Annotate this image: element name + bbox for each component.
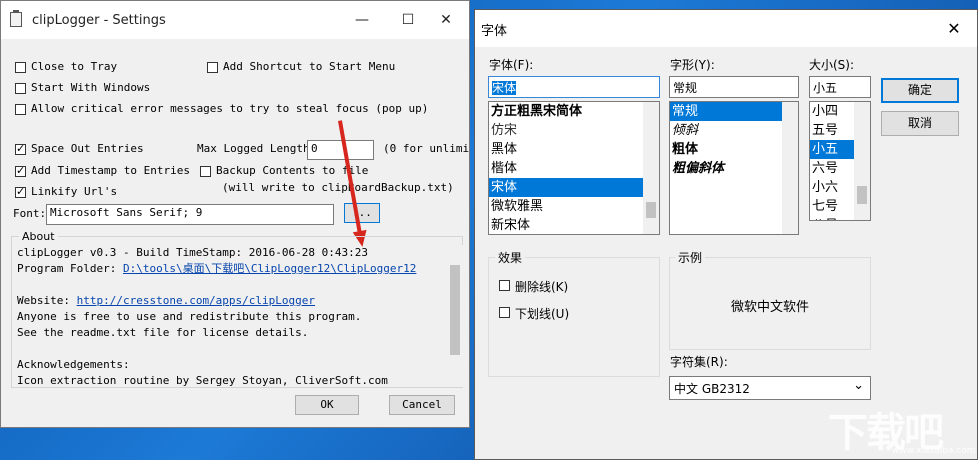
max-logged-length-input[interactable]: 0 <box>307 140 374 160</box>
cancel-button[interactable]: Cancel <box>389 395 455 415</box>
list-item[interactable]: 八号 <box>810 216 854 220</box>
sample-text: 微软中文软件 <box>730 300 809 315</box>
size-list-scrollbar[interactable] <box>854 102 870 220</box>
settings-title: clipLogger - Settings <box>32 13 166 28</box>
settings-titlebar[interactable]: clipLogger - Settings — ☐ ✕ <box>1 1 469 39</box>
start-with-windows-label: Start With Windows <box>31 81 151 94</box>
charset-label: 字符集(R): <box>670 355 728 369</box>
scrollbar-thumb[interactable] <box>857 186 867 204</box>
sample-label: 示例 <box>675 249 706 266</box>
clipboard-icon <box>10 10 22 27</box>
list-item[interactable]: 六号 <box>810 159 854 178</box>
about-line: clipLogger v0.3 - Build TimeStamp: 2016-… <box>17 246 368 259</box>
add-timestamp-label: Add Timestamp to Entries <box>31 164 190 177</box>
list-item[interactable]: 楷体 <box>489 159 643 178</box>
font-ok-button[interactable]: 确定 <box>881 78 959 103</box>
settings-window: clipLogger - Settings — ☐ ✕ Close to Tra… <box>0 0 470 428</box>
linkify-checkbox[interactable] <box>15 185 26 198</box>
about-line <box>17 277 447 293</box>
about-line: Icon extraction routine by Sergey Stoyan… <box>17 374 388 387</box>
font-label: Font: <box>13 207 47 220</box>
add-shortcut-checkbox[interactable] <box>207 62 218 73</box>
ok-button[interactable]: OK <box>295 395 359 415</box>
unlimited-note: (0 for unlimited) <box>383 142 469 155</box>
list-item[interactable]: 仿宋 <box>489 121 643 140</box>
space-out-entries-checkbox[interactable] <box>15 142 26 155</box>
about-line: Anyone is free to use and redistribute t… <box>17 310 362 323</box>
add-shortcut-label: Add Shortcut to Start Menu <box>223 60 396 73</box>
font-list-scrollbar[interactable] <box>643 102 659 234</box>
font-style-input[interactable]: 常规 <box>669 76 799 98</box>
minimize-button[interactable]: — <box>339 1 385 39</box>
list-item[interactable]: 小六 <box>810 178 854 197</box>
program-folder-label: Program Folder: <box>17 262 123 275</box>
font-cancel-button[interactable]: 取消 <box>881 111 959 136</box>
list-item[interactable]: 小五 <box>810 140 854 159</box>
browse-font-button[interactable]: ... <box>344 203 380 223</box>
list-item[interactable]: 七号 <box>810 197 854 216</box>
list-item[interactable]: 粗偏斜体 <box>670 159 782 178</box>
website-label: Website: <box>17 294 77 307</box>
list-item[interactable]: 小四 <box>810 102 854 121</box>
allow-critical-checkbox[interactable] <box>15 104 26 115</box>
about-line: Website: http://cresstone.com/apps/clipL… <box>17 293 447 309</box>
charset-select[interactable]: 中文 GB2312 ⌄ <box>669 376 871 400</box>
list-item[interactable]: 方正粗黑宋简体 <box>489 102 643 121</box>
font-family-list[interactable]: 方正粗黑宋简体 仿宋 黑体 楷体 宋体 微软雅黑 新宋体 <box>488 101 660 235</box>
font-dialog-title: 字体 <box>481 24 508 39</box>
font-dialog-close-button[interactable]: ✕ <box>931 10 977 47</box>
font-dialog-titlebar[interactable]: 字体 ✕ <box>475 10 977 47</box>
font-size-input[interactable]: 小五 <box>809 76 871 98</box>
list-item[interactable]: 常规 <box>670 102 782 121</box>
effects-label: 效果 <box>495 249 526 266</box>
font-size-label: 大小(S): <box>809 58 855 72</box>
charset-value: 中文 GB2312 <box>674 382 750 396</box>
program-folder-link[interactable]: D:\tools\桌面\下载吧\ClipLogger12\ClipLogger1… <box>123 262 416 275</box>
chevron-down-icon: ⌄ <box>853 378 864 393</box>
about-label: About <box>19 230 58 243</box>
max-logged-length-label: Max Logged Length: <box>197 142 317 155</box>
backup-note: (will write to clipBoardBackup.txt) <box>222 181 454 194</box>
font-family-input-text: 宋体 <box>492 81 517 95</box>
underline-label: 下划线(U) <box>515 307 570 321</box>
underline-checkbox[interactable] <box>499 307 510 318</box>
font-family-label: 字体(F): <box>489 58 534 72</box>
list-item[interactable]: 宋体 <box>489 178 643 197</box>
list-item[interactable]: 倾斜 <box>670 121 782 140</box>
font-style-list[interactable]: 常规 倾斜 粗体 粗偏斜体 <box>669 101 799 235</box>
scrollbar-thumb[interactable] <box>450 265 460 355</box>
strikeout-checkbox[interactable] <box>499 280 510 291</box>
start-with-windows-checkbox[interactable] <box>15 83 26 94</box>
space-out-entries-label: Space Out Entries <box>31 142 144 155</box>
effects-group <box>488 257 660 377</box>
list-item[interactable]: 粗体 <box>670 140 782 159</box>
font-dialog: 字体 ✕ 字体(F): 宋体 方正粗黑宋简体 仿宋 黑体 楷体 宋体 微软雅黑 新宋体 字形… <box>474 9 978 460</box>
strikeout-label: 删除线(K) <box>515 280 569 294</box>
about-line <box>17 341 447 357</box>
website-link[interactable]: http://cresstone.com/apps/clipLogger <box>77 294 315 307</box>
close-to-tray-label: Close to Tray <box>31 60 118 73</box>
about-line: Program Folder: D:\tools\桌面\下载吧\ClipLogg… <box>17 261 447 277</box>
about-line: See the readme.txt file for license deta… <box>17 326 309 339</box>
style-list-scrollbar[interactable] <box>782 102 798 234</box>
list-item[interactable]: 微软雅黑 <box>489 197 643 216</box>
scrollbar-thumb[interactable] <box>646 202 656 218</box>
list-item[interactable]: 五号 <box>810 121 854 140</box>
watermark-url: www.xiazaiba.com <box>892 446 976 456</box>
about-scrollbar[interactable] <box>447 245 463 387</box>
add-timestamp-checkbox[interactable] <box>15 164 26 177</box>
about-line: Acknowledgements: <box>17 358 130 371</box>
close-to-tray-checkbox[interactable] <box>15 62 26 73</box>
font-size-list[interactable]: 小四五号小五六号小六七号八号 <box>809 101 871 221</box>
font-family-input[interactable]: 宋体 <box>488 76 660 98</box>
allow-critical-label: Allow critical error messages to try to … <box>31 102 429 115</box>
font-input[interactable]: Microsoft Sans Serif; 9 <box>46 204 334 225</box>
close-button[interactable]: ✕ <box>423 1 469 39</box>
font-style-label: 字形(Y): <box>670 58 715 72</box>
linkify-label: Linkify Url's <box>31 185 118 198</box>
list-item[interactable]: 黑体 <box>489 140 643 159</box>
about-textbox[interactable]: clipLogger v0.3 - Build TimeStamp: 2016-… <box>17 245 447 387</box>
backup-contents-checkbox[interactable] <box>200 166 211 177</box>
list-item[interactable]: 新宋体 <box>489 216 643 234</box>
